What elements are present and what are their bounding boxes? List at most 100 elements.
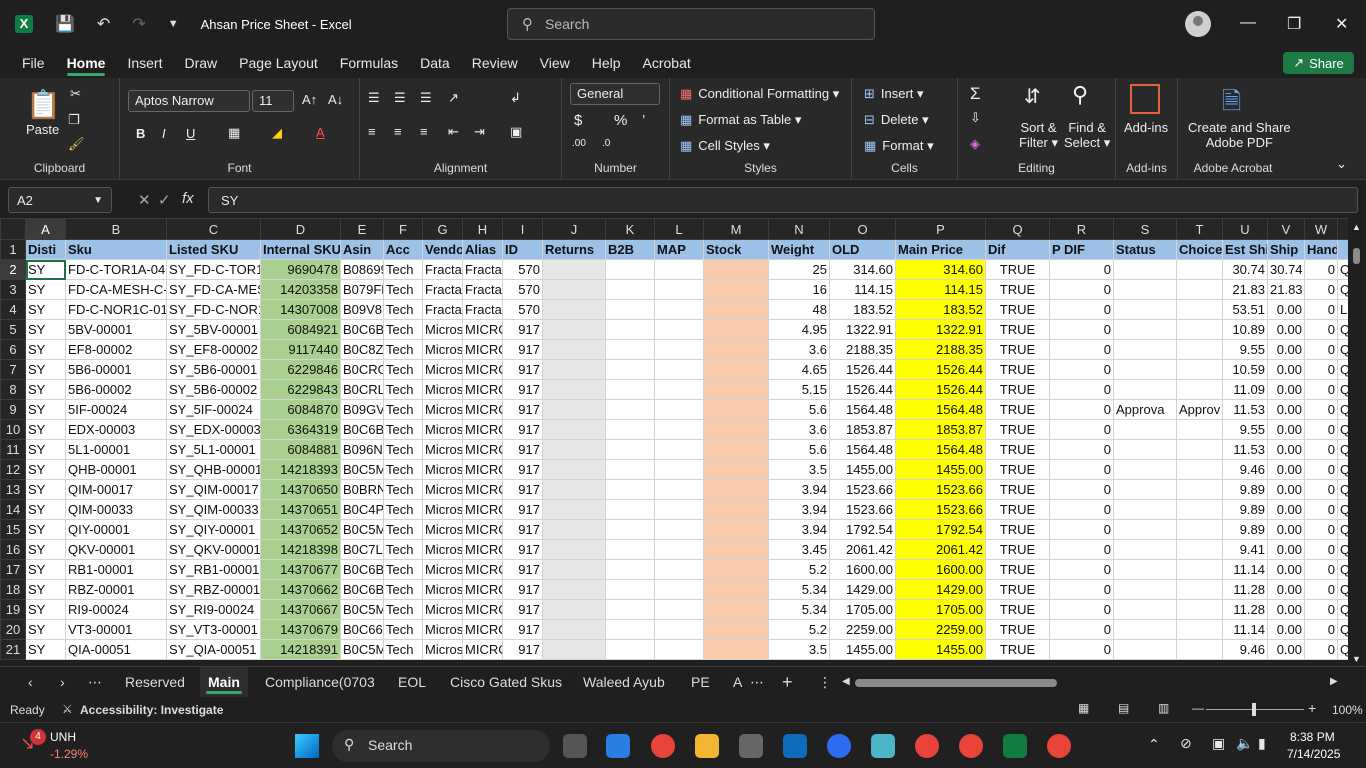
cell[interactable]: 1523.66 <box>895 479 986 500</box>
cell[interactable] <box>1176 279 1223 300</box>
cell[interactable]: TRUE <box>985 479 1050 500</box>
cell[interactable] <box>703 619 769 640</box>
merge-center-icon[interactable]: ▣ <box>510 124 522 140</box>
cell[interactable]: SY <box>25 479 66 500</box>
cell[interactable]: 11.14 <box>1222 619 1268 640</box>
cell[interactable]: Tech <box>383 279 423 300</box>
cell[interactable] <box>1113 499 1177 520</box>
cell[interactable]: 5.2 <box>768 619 830 640</box>
cell[interactable]: 0 <box>1049 319 1114 340</box>
cell[interactable]: 1455.00 <box>829 639 896 660</box>
zoom-slider-thumb[interactable] <box>1252 703 1256 716</box>
cell[interactable]: 917 <box>502 539 543 560</box>
cell[interactable]: B0C6BI <box>340 419 384 440</box>
cell[interactable]: Micros <box>422 479 463 500</box>
cell[interactable]: 1429.00 <box>895 579 986 600</box>
cell[interactable]: 0.00 <box>1267 559 1305 580</box>
cell[interactable]: Fracta <box>422 259 463 280</box>
add-sheet-icon[interactable]: + <box>782 667 793 697</box>
cell[interactable]: SY_QHB-00001 <box>166 459 261 480</box>
cell[interactable]: TRUE <box>985 539 1050 560</box>
cell[interactable]: 1564.48 <box>895 439 986 460</box>
tab-reserved[interactable]: Reserved <box>125 667 185 697</box>
cell[interactable]: 1455.00 <box>829 459 896 480</box>
cell[interactable]: 14370652 <box>260 519 341 540</box>
enter-icon[interactable]: ✓ <box>158 191 171 209</box>
increase-decimal-icon[interactable]: .00 <box>572 138 586 149</box>
cell[interactable]: Micros <box>422 539 463 560</box>
cell[interactable]: TRUE <box>985 379 1050 400</box>
tab-insert[interactable]: Insert <box>116 48 173 78</box>
cell[interactable] <box>605 599 655 620</box>
cell[interactable]: SY <box>25 359 66 380</box>
cell[interactable]: 9.89 <box>1222 499 1268 520</box>
row-header[interactable]: 16 <box>0 539 26 560</box>
cell[interactable]: B0C661 <box>340 619 384 640</box>
cell[interactable]: 1705.00 <box>829 599 896 620</box>
cell[interactable]: SY <box>25 259 66 280</box>
row-header[interactable]: 12 <box>0 459 26 480</box>
cell[interactable]: Tech <box>383 319 423 340</box>
cell[interactable]: SY <box>25 499 66 520</box>
cell[interactable] <box>1176 359 1223 380</box>
tab-draw[interactable]: Draw <box>173 48 228 78</box>
format-painter-icon[interactable]: 🖌 <box>68 136 85 152</box>
cell[interactable]: Tech <box>383 259 423 280</box>
hscroll-left-icon[interactable]: ◀ <box>842 667 850 697</box>
cell[interactable]: 3.94 <box>768 519 830 540</box>
cell[interactable]: 0.00 <box>1267 639 1305 660</box>
underline-button[interactable]: U <box>186 126 195 141</box>
cell[interactable]: 0 <box>1049 459 1114 480</box>
cell[interactable]: SY_EF8-00002 <box>166 339 261 360</box>
show-hidden-icons[interactable]: ⌃ <box>1148 736 1160 753</box>
tab-cisco-gated-skus[interactable]: Cisco Gated Skus <box>450 667 562 697</box>
tab-review[interactable]: Review <box>461 48 529 78</box>
cell[interactable]: Micros <box>422 419 463 440</box>
cell[interactable] <box>542 259 606 280</box>
windows-start-icon[interactable] <box>295 734 319 758</box>
cell[interactable]: 0.00 <box>1267 499 1305 520</box>
cell[interactable]: Tech <box>383 299 423 320</box>
row-header[interactable]: 1 <box>0 239 26 260</box>
cell[interactable]: 14218393 <box>260 459 341 480</box>
cell[interactable] <box>1176 639 1223 660</box>
column-header-l[interactable]: L <box>654 218 704 240</box>
column-header-r[interactable]: R <box>1049 218 1114 240</box>
cell[interactable] <box>605 619 655 640</box>
cell[interactable] <box>654 299 704 320</box>
cell[interactable]: SY_5IF-00024 <box>166 399 261 420</box>
tab-view[interactable]: View <box>529 48 581 78</box>
cell[interactable]: 0 <box>1304 299 1338 320</box>
cell[interactable]: SY <box>25 339 66 360</box>
cell[interactable]: Micros <box>422 599 463 620</box>
column-title[interactable]: Disti <box>25 239 66 260</box>
cell[interactable]: 0 <box>1049 379 1114 400</box>
maximize-icon[interactable]: ❐ <box>1287 14 1301 34</box>
row-header[interactable]: 13 <box>0 479 26 500</box>
percent-icon[interactable]: % <box>614 112 627 129</box>
cell[interactable]: TRUE <box>985 639 1050 660</box>
customize-toolbar-icon[interactable]: ▼ <box>168 18 179 30</box>
column-title[interactable]: ID <box>502 239 543 260</box>
cell[interactable]: 21.83 <box>1222 279 1268 300</box>
cell[interactable] <box>1176 459 1223 480</box>
cell[interactable]: 570 <box>502 259 543 280</box>
cell[interactable] <box>542 379 606 400</box>
cell[interactable]: 0.00 <box>1267 379 1305 400</box>
cell[interactable]: 1853.87 <box>895 419 986 440</box>
fill-color-icon[interactable]: ◢ <box>272 125 282 141</box>
cell[interactable] <box>542 639 606 660</box>
cell[interactable]: SY_FD-C-NOR1C <box>166 299 261 320</box>
cell[interactable]: 0 <box>1304 319 1338 340</box>
cell[interactable]: SY <box>25 539 66 560</box>
cell[interactable] <box>1176 419 1223 440</box>
cell[interactable]: B0C6B <box>340 559 384 580</box>
cell[interactable]: 917 <box>502 579 543 600</box>
cell[interactable]: MICRO <box>462 479 503 500</box>
cell[interactable]: 0.00 <box>1267 359 1305 380</box>
cell[interactable] <box>654 279 704 300</box>
cell[interactable]: 1455.00 <box>895 639 986 660</box>
cell[interactable]: 0 <box>1304 599 1338 620</box>
cell[interactable]: SY_QKV-00001 <box>166 539 261 560</box>
row-header[interactable]: 8 <box>0 379 26 400</box>
